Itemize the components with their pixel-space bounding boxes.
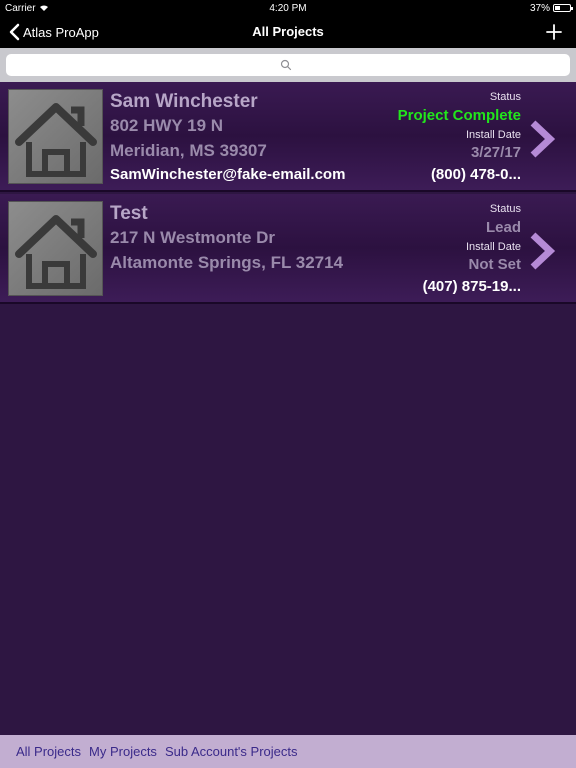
status-bar: Carrier 4:20 PM 37% <box>0 0 576 16</box>
search-input[interactable] <box>6 54 570 76</box>
clock: 4:20 PM <box>269 3 307 14</box>
tab-all-projects[interactable]: All Projects <box>16 744 81 759</box>
client-phone: (407) 875-19... <box>422 278 521 295</box>
project-row[interactable]: Sam Winchester 802 HWY 19 N Meridian, MS… <box>0 82 576 192</box>
chevron-right-icon <box>530 232 556 270</box>
status-value: Project Complete <box>397 107 521 124</box>
project-thumbnail <box>8 201 103 296</box>
plus-icon <box>546 24 562 40</box>
client-phone: (800) 478-0... <box>430 166 521 183</box>
client-name: Test <box>110 203 148 224</box>
status-label: Status <box>489 91 521 103</box>
install-date-label: Install Date <box>465 241 521 253</box>
address-line2: Altamonte Springs, FL 32714 <box>110 253 344 272</box>
battery-icon <box>553 4 573 12</box>
battery-fill <box>555 6 560 10</box>
tab-my-projects[interactable]: My Projects <box>89 744 157 759</box>
house-icon <box>15 103 97 177</box>
install-date-value: 3/27/17 <box>470 144 521 161</box>
project-row[interactable]: Test 217 N Westmonte Dr Altamonte Spring… <box>0 194 576 304</box>
status-value: Lead <box>485 219 521 236</box>
tab-sub-account-projects[interactable]: Sub Account's Projects <box>165 744 298 759</box>
tab-bar: All Projects My Projects Sub Account's P… <box>0 735 576 768</box>
chevron-right-icon <box>530 120 556 158</box>
install-date-label: Install Date <box>465 129 521 141</box>
back-button-label: Atlas ProApp <box>23 24 99 40</box>
install-date-value: Not Set <box>468 256 522 273</box>
search-bar <box>0 48 576 82</box>
client-email: SamWinchester@fake-email.com <box>110 166 346 183</box>
house-icon <box>15 215 97 289</box>
address-line2: Meridian, MS 39307 <box>110 141 267 160</box>
project-thumbnail <box>8 89 103 184</box>
add-project-button[interactable] <box>544 22 564 42</box>
battery-percent: 37% <box>529 3 550 14</box>
status-label: Status <box>489 203 521 215</box>
address-line1: 802 HWY 19 N <box>110 116 224 135</box>
navigation-bar: Atlas ProApp All Projects <box>0 16 576 48</box>
back-button[interactable]: Atlas ProApp <box>8 22 99 42</box>
chevron-left-icon <box>9 23 20 41</box>
client-name: Sam Winchester <box>110 91 258 112</box>
address-line1: 217 N Westmonte Dr <box>110 228 276 247</box>
